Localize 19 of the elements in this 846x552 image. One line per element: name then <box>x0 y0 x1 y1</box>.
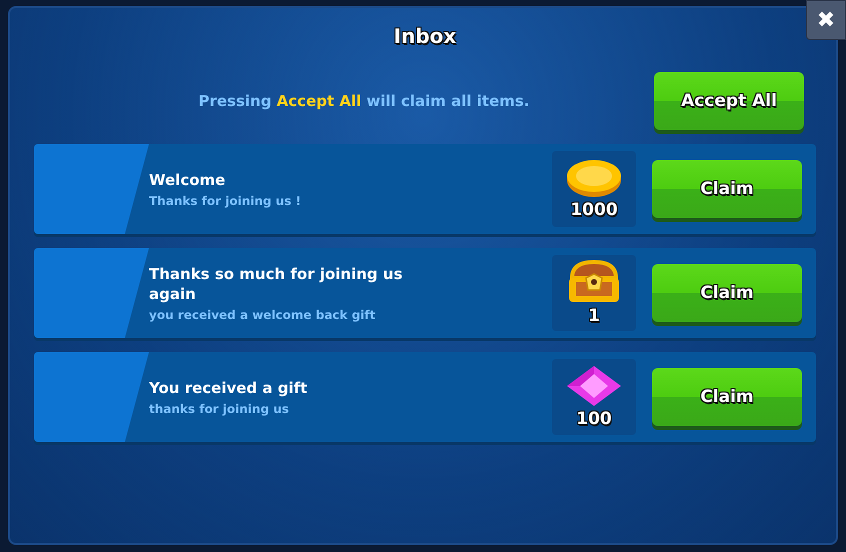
window-title: Inbox <box>394 24 456 50</box>
accept-all-button[interactable]: Accept All <box>654 72 804 130</box>
info-text: Pressing Accept All will claim all items. <box>197 92 531 110</box>
message-title: Thanks so much for joining us again <box>149 264 404 304</box>
chest-icon <box>566 260 622 304</box>
reward-amount: 1 <box>588 306 600 326</box>
close-button[interactable]: ✖ <box>806 0 846 40</box>
message-subtitle: Thanks for joining us ! <box>149 194 302 208</box>
message-title: Welcome <box>149 170 226 190</box>
reward-amount: 1000 <box>570 200 618 220</box>
message-title: You received a gift <box>149 378 308 398</box>
claim-button[interactable]: Claim <box>652 264 802 322</box>
reward-amount: 100 <box>576 409 612 429</box>
message-subtitle: thanks for joining us <box>149 402 290 416</box>
message-subtitle: you received a welcome back gift <box>149 308 376 322</box>
claim-button[interactable]: Claim <box>652 368 802 426</box>
claim-button[interactable]: Claim <box>652 160 802 218</box>
gem-icon <box>566 365 622 407</box>
coin-icon <box>566 158 622 198</box>
